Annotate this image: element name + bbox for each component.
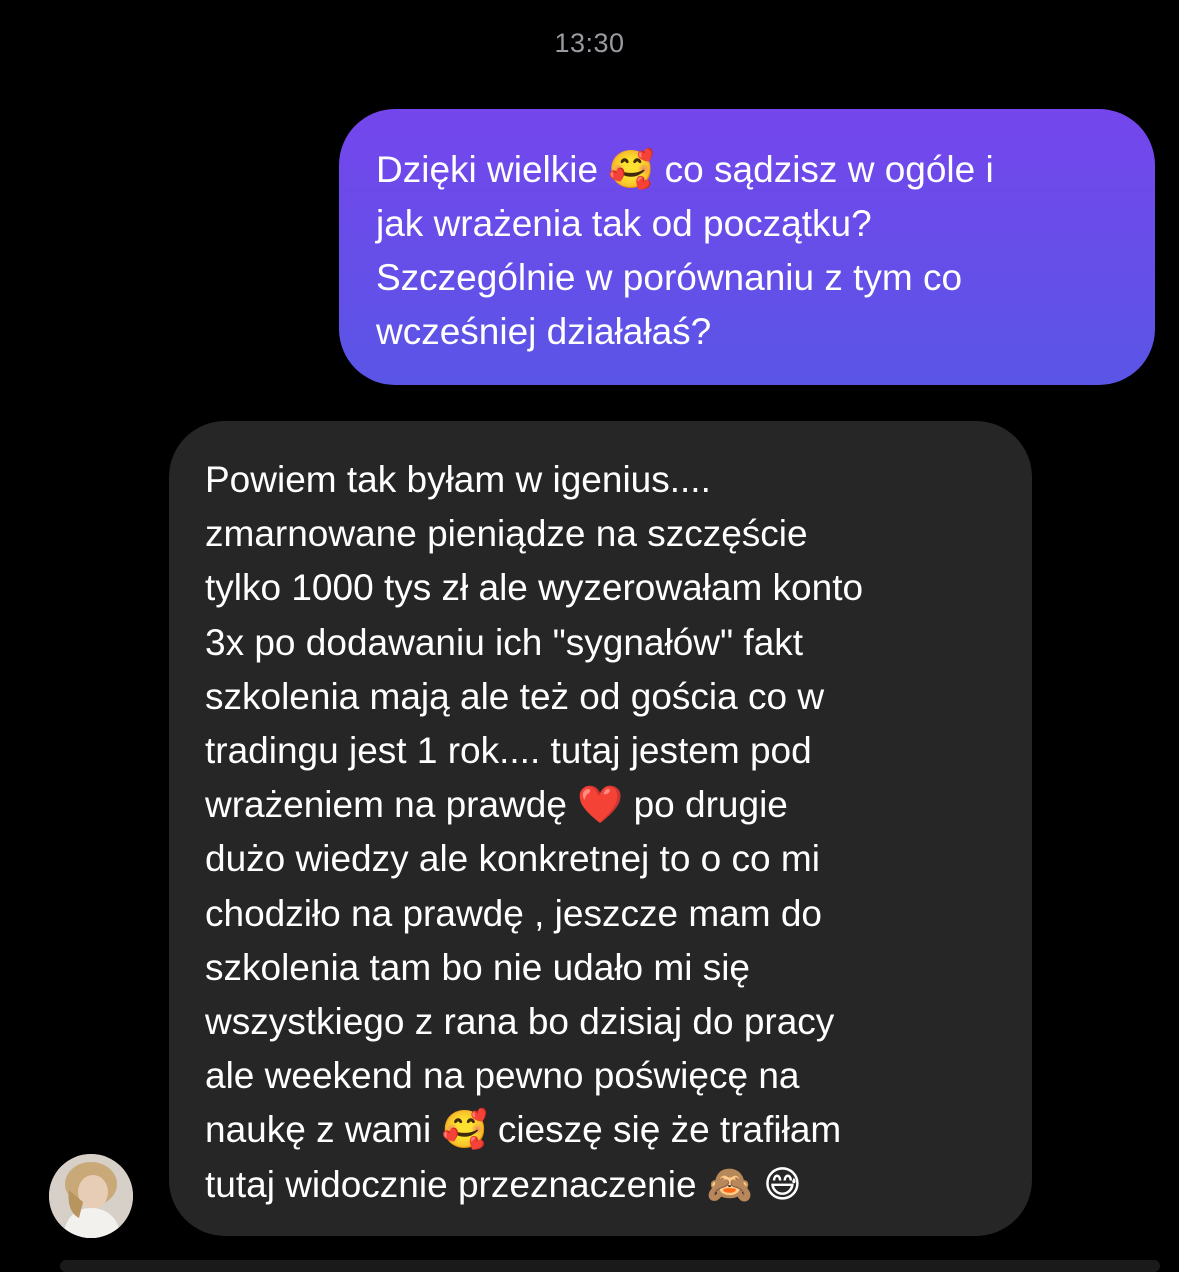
message-line: szkolenia tam bo nie udało mi się [205,946,751,988]
message-line: ale weekend na pewno poświęcę na [205,1055,800,1097]
message-line: tylko 1000 tys zł ale wyzerowałam konto [205,567,864,609]
message-line: Szczególnie w porównaniu z tym co [376,257,963,298]
message-line: naukę z wami 🥰 cieszę się że trafiłam [205,1109,842,1151]
message-line: 3x po dodawaniu ich "sygnałów" fakt [205,621,804,663]
message-line: jak wrażenia tak od początku? [376,203,872,244]
message-line: chodziło na prawdę , jeszcze mam do [205,892,822,934]
sender-avatar[interactable] [49,1154,133,1238]
incoming-message-bubble[interactable]: Powiem tak byłam w igenius.... zmarnowan… [169,421,1032,1236]
message-line: wrażeniem na prawdę ❤️ po drugie [205,784,788,826]
message-line: tradingu jest 1 rok.... tutaj jestem pod [205,730,812,772]
message-timestamp: 13:30 [554,28,625,58]
message-line: wszystkiego z rana bo dzisiaj do pracy [205,1001,835,1043]
next-message-edge [60,1260,1160,1272]
message-line: Powiem tak byłam w igenius.... [205,459,711,500]
avatar-photo-icon [49,1154,133,1238]
message-line: dużo wiedzy ale konkretnej to o co mi [205,838,820,880]
message-line: szkolenia mają ale też od gościa co w [205,675,825,717]
message-line: Dzięki wielkie 🥰 co sądzisz w ogóle i [376,149,994,190]
message-line: wcześniej działałaś? [376,311,712,352]
message-line: tutaj widocznie przeznaczenie 🙈 😅 [205,1163,802,1205]
message-line: zmarnowane pieniądze na szczęście [205,513,808,555]
outgoing-message-bubble[interactable]: Dzięki wielkie 🥰 co sądzisz w ogóle i ja… [339,109,1155,385]
